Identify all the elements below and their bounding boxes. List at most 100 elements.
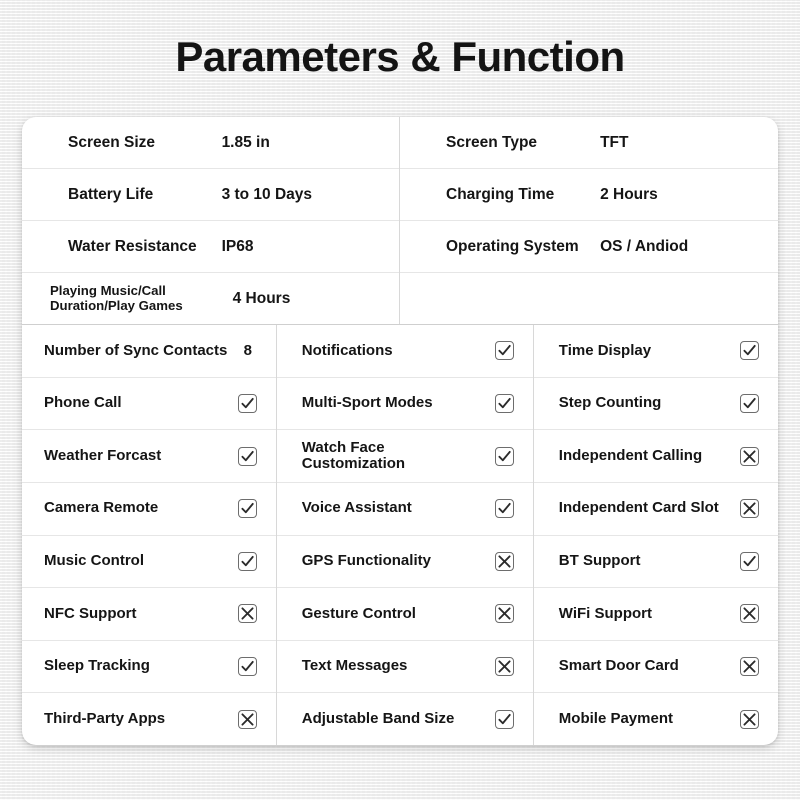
- feature-row[interactable]: Camera Remote: [22, 483, 276, 536]
- spec-label: Screen Type: [446, 133, 538, 151]
- feature-row[interactable]: Multi-Sport Modes: [276, 378, 533, 431]
- feature-row[interactable]: Independent Card Slot: [533, 483, 778, 536]
- feature-checkbox[interactable]: [487, 499, 523, 519]
- feature-row[interactable]: Weather Forcast: [22, 430, 276, 483]
- feature-label: Time Display: [558, 341, 652, 359]
- feature-label: Phone Call: [44, 394, 122, 412]
- checkmark-icon[interactable]: [238, 393, 258, 413]
- cross-icon[interactable]: [238, 604, 258, 624]
- feature-column-1: Number of Sync Contacts 8 Phone Call Weathe…: [22, 325, 277, 745]
- feature-checkbox[interactable]: [230, 709, 266, 729]
- cross-icon[interactable]: [740, 446, 760, 466]
- cross-icon[interactable]: [740, 709, 760, 729]
- feature-checkbox[interactable]: [732, 604, 768, 624]
- feature-row[interactable]: Third-Party Apps: [22, 693, 276, 745]
- feature-row[interactable]: Mobile Payment: [534, 693, 778, 745]
- feature-checkbox[interactable]: [487, 341, 523, 361]
- feature-row[interactable]: WiFi Support: [533, 588, 778, 641]
- feature-row[interactable]: Gesture Control: [276, 588, 533, 641]
- feature-label: Independent Card Slot: [558, 499, 719, 517]
- feature-column-3: Time Display Step Counting Independent Cal…: [533, 325, 778, 745]
- feature-row[interactable]: Number of Sync Contacts 8: [22, 325, 276, 378]
- feature-label: Text Messages: [301, 657, 408, 675]
- feature-label: Notifications: [301, 341, 393, 359]
- spec-column-right: Screen Type TFT Charging Time 2 Hours Operat…: [400, 117, 778, 324]
- cross-icon[interactable]: [740, 657, 760, 677]
- feature-checkbox[interactable]: [230, 499, 266, 519]
- feature-value: 8: [243, 342, 252, 360]
- feature-label: Multi-Sport Modes: [301, 394, 433, 412]
- feature-checkbox[interactable]: [732, 657, 768, 677]
- feature-row[interactable]: Music Control: [22, 536, 276, 589]
- feature-checkbox[interactable]: [732, 446, 768, 466]
- checkmark-icon[interactable]: [740, 551, 760, 571]
- feature-row[interactable]: Step Counting: [533, 378, 778, 431]
- feature-checkbox[interactable]: [732, 393, 768, 413]
- feature-checkbox[interactable]: [230, 393, 266, 413]
- cross-icon[interactable]: [495, 604, 515, 624]
- checkmark-icon[interactable]: [740, 393, 760, 413]
- feature-checkbox[interactable]: [230, 551, 266, 571]
- feature-checkbox[interactable]: [732, 341, 768, 361]
- spec-row-empty: [400, 273, 778, 324]
- feature-column-2: Notifications Multi-Sport Modes Watch Face…: [276, 325, 534, 745]
- feature-checkbox[interactable]: [487, 393, 523, 413]
- feature-checkbox[interactable]: [487, 657, 523, 677]
- checkmark-icon[interactable]: [740, 341, 760, 361]
- spec-label: Operating System: [446, 237, 579, 255]
- feature-row[interactable]: Voice Assistant: [276, 483, 533, 536]
- feature-checkbox[interactable]: [230, 604, 266, 624]
- feature-row[interactable]: Notifications: [276, 325, 533, 378]
- cross-icon[interactable]: [238, 709, 258, 729]
- feature-row[interactable]: Sleep Tracking: [22, 641, 276, 694]
- spec-value: TFT: [600, 133, 629, 151]
- spec-label: Screen Size: [68, 133, 156, 151]
- feature-checkbox[interactable]: [732, 499, 768, 519]
- feature-checkbox[interactable]: [487, 709, 523, 729]
- feature-row[interactable]: Smart Door Card: [533, 641, 778, 694]
- checkmark-icon[interactable]: [238, 446, 258, 466]
- checkmark-icon[interactable]: [495, 446, 515, 466]
- feature-checkbox[interactable]: [230, 657, 266, 677]
- checkmark-icon[interactable]: [495, 709, 515, 729]
- feature-checkbox[interactable]: [230, 446, 266, 466]
- checkmark-icon[interactable]: [238, 499, 258, 519]
- spec-row: Operating System OS / Andiod: [400, 221, 778, 273]
- feature-row[interactable]: GPS Functionality: [276, 536, 533, 589]
- specification-table: Screen Size 1.85 in Battery Life 3 to 10 Da…: [22, 117, 778, 325]
- feature-checkbox[interactable]: [487, 551, 523, 571]
- feature-row[interactable]: Watch Face Customization: [276, 430, 533, 483]
- cross-icon[interactable]: [495, 657, 515, 677]
- checkmark-icon[interactable]: [495, 393, 515, 413]
- specification-card: Screen Size 1.85 in Battery Life 3 to 10 Da…: [22, 117, 778, 745]
- feature-row[interactable]: NFC Support: [22, 588, 276, 641]
- feature-row[interactable]: BT Support: [533, 536, 778, 589]
- feature-row[interactable]: Time Display: [533, 325, 778, 378]
- feature-row[interactable]: Text Messages: [276, 641, 533, 694]
- feature-row[interactable]: Adjustable Band Size: [277, 693, 533, 745]
- feature-grid: Number of Sync Contacts 8 Phone Call Weathe…: [22, 325, 778, 745]
- feature-label: NFC Support: [44, 604, 137, 622]
- checkmark-icon[interactable]: [495, 341, 515, 361]
- feature-checkbox[interactable]: [732, 709, 768, 729]
- feature-checkbox[interactable]: [487, 446, 523, 466]
- feature-row[interactable]: Independent Calling: [533, 430, 778, 483]
- feature-label: Third-Party Apps: [44, 709, 166, 727]
- checkmark-icon[interactable]: [495, 499, 515, 519]
- feature-label: Weather Forcast: [44, 446, 162, 464]
- feature-label: Step Counting: [558, 394, 662, 412]
- checkmark-icon[interactable]: [238, 551, 258, 571]
- cross-icon[interactable]: [495, 551, 515, 571]
- feature-checkbox[interactable]: [732, 551, 768, 571]
- spec-value: IP68: [221, 237, 254, 255]
- feature-checkbox[interactable]: [487, 604, 523, 624]
- checkmark-icon[interactable]: [238, 657, 258, 677]
- cross-icon[interactable]: [740, 499, 760, 519]
- feature-row[interactable]: Phone Call: [22, 378, 276, 431]
- feature-label: Watch Face Customization: [301, 438, 406, 473]
- spec-label: Charging Time: [446, 185, 555, 203]
- spec-row: Playing Music/Call Duration/Play Games 4 …: [22, 273, 399, 324]
- feature-label: Sleep Tracking: [44, 657, 150, 675]
- cross-icon[interactable]: [740, 604, 760, 624]
- spec-label: Battery Life: [68, 185, 154, 203]
